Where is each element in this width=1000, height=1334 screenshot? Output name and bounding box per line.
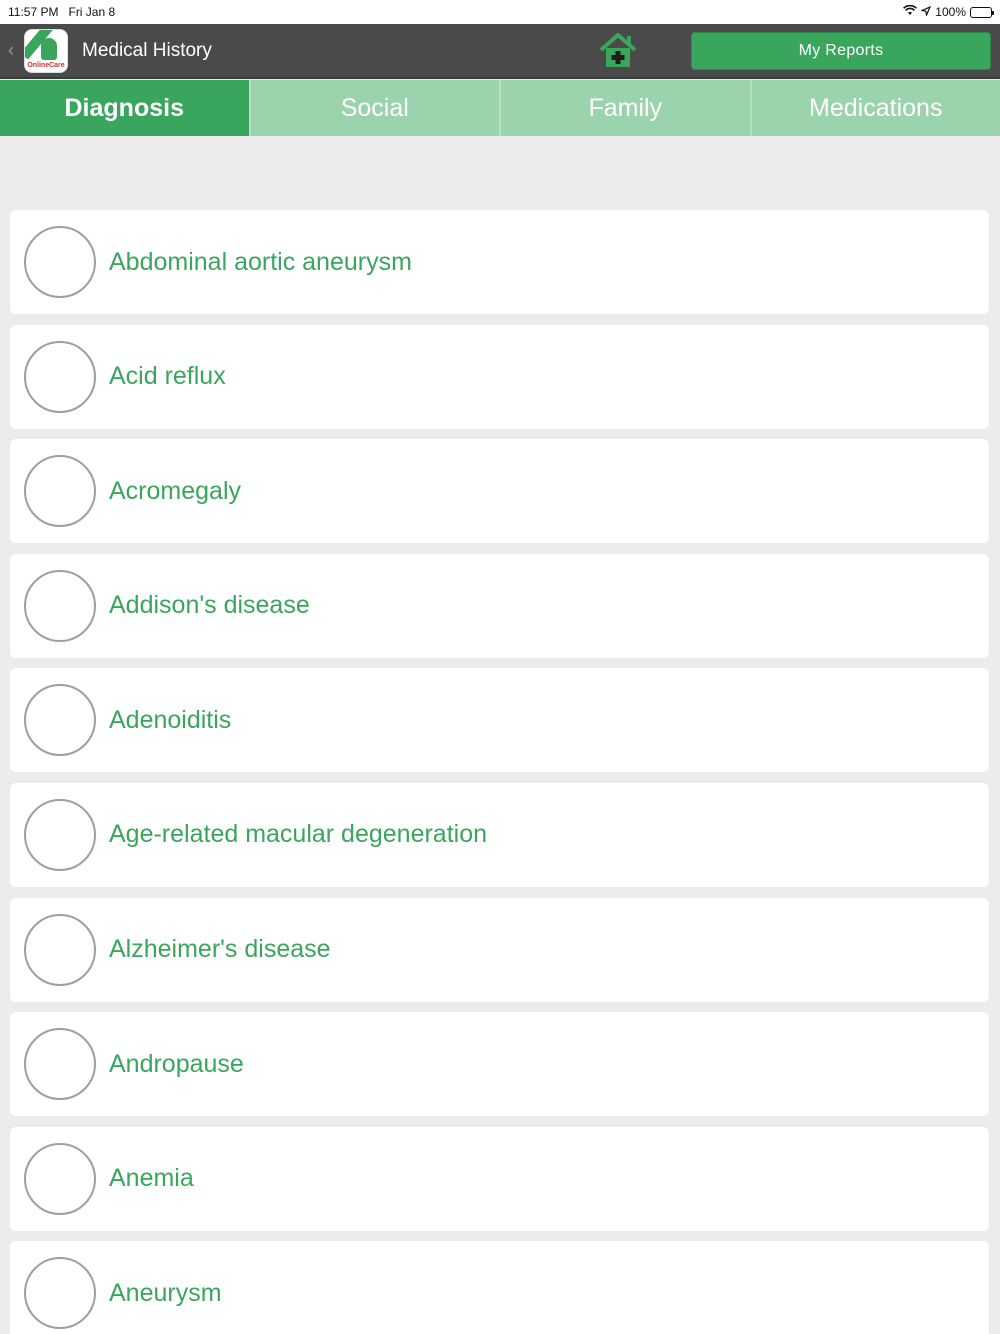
nav-bar: ‹ OnlineCare Medical History My Reports	[0, 24, 1000, 79]
diagnosis-label: Abdominal aortic aneurysm	[109, 247, 412, 276]
radio-button[interactable]	[24, 340, 96, 413]
diagnosis-label: Age-related macular degeneration	[109, 820, 488, 849]
doctor-icon	[41, 37, 57, 60]
radio-button[interactable]	[24, 798, 96, 871]
radio-button[interactable]	[24, 226, 96, 298]
list-item[interactable]: Aneurysm	[10, 1241, 989, 1334]
tab-diagnosis[interactable]: Diagnosis	[0, 80, 251, 136]
status-date: Fri Jan 8	[68, 5, 116, 19]
tab-social[interactable]: Social	[250, 80, 501, 136]
status-time: 11:57 PM	[8, 5, 59, 19]
list-item[interactable]: Acromegaly	[10, 439, 989, 544]
my-reports-button[interactable]: My Reports	[691, 32, 991, 70]
home-medical-icon	[599, 33, 637, 67]
diagnosis-label: Andropause	[109, 1049, 244, 1078]
wifi-icon	[903, 4, 918, 19]
diagnosis-list: Abdominal aortic aneurysm Acid reflux Ac…	[10, 210, 989, 1334]
diagnosis-label: Acromegaly	[109, 476, 241, 505]
radio-button[interactable]	[24, 1257, 96, 1330]
diagnosis-label: Adenoiditis	[109, 705, 232, 734]
list-item[interactable]: Adenoiditis	[10, 668, 989, 773]
diagnosis-label: Alzheimer's disease	[109, 935, 331, 964]
chevron-left-icon[interactable]: ‹	[8, 40, 22, 61]
radio-button[interactable]	[24, 455, 96, 528]
battery-icon	[970, 6, 994, 18]
location-icon	[920, 5, 932, 19]
diagnosis-label: Aneurysm	[109, 1278, 222, 1307]
list-item[interactable]: Andropause	[10, 1012, 989, 1117]
history-tabs: Diagnosis Social Family Medications	[0, 80, 1000, 136]
list-item[interactable]: Alzheimer's disease	[10, 897, 989, 1002]
page-title: Medical History	[82, 39, 212, 61]
radio-button[interactable]	[24, 1142, 96, 1215]
app-logo[interactable]: OnlineCare	[24, 28, 68, 73]
status-bar: 11:57 PM Fri Jan 8 100%	[0, 0, 1000, 24]
radio-button[interactable]	[24, 1028, 96, 1101]
status-indicators: 100%	[903, 4, 994, 19]
radio-button[interactable]	[24, 913, 96, 986]
list-item[interactable]: Addison's disease	[10, 553, 989, 658]
list-item[interactable]: Anemia	[10, 1126, 989, 1231]
battery-percent: 100%	[935, 5, 966, 19]
radio-button[interactable]	[24, 569, 96, 642]
diagnosis-label: Acid reflux	[109, 362, 226, 391]
diagnosis-label: Anemia	[109, 1164, 194, 1193]
radio-button[interactable]	[24, 684, 96, 757]
list-item[interactable]: Abdominal aortic aneurysm	[10, 210, 989, 314]
tab-medications[interactable]: Medications	[751, 80, 1000, 136]
tab-family[interactable]: Family	[501, 80, 752, 136]
list-item[interactable]: Age-related macular degeneration	[10, 782, 989, 887]
home-button[interactable]	[596, 30, 640, 70]
diagnosis-label: Addison's disease	[109, 591, 310, 620]
list-item[interactable]: Acid reflux	[10, 324, 989, 429]
logo-text: OnlineCare	[27, 61, 65, 69]
